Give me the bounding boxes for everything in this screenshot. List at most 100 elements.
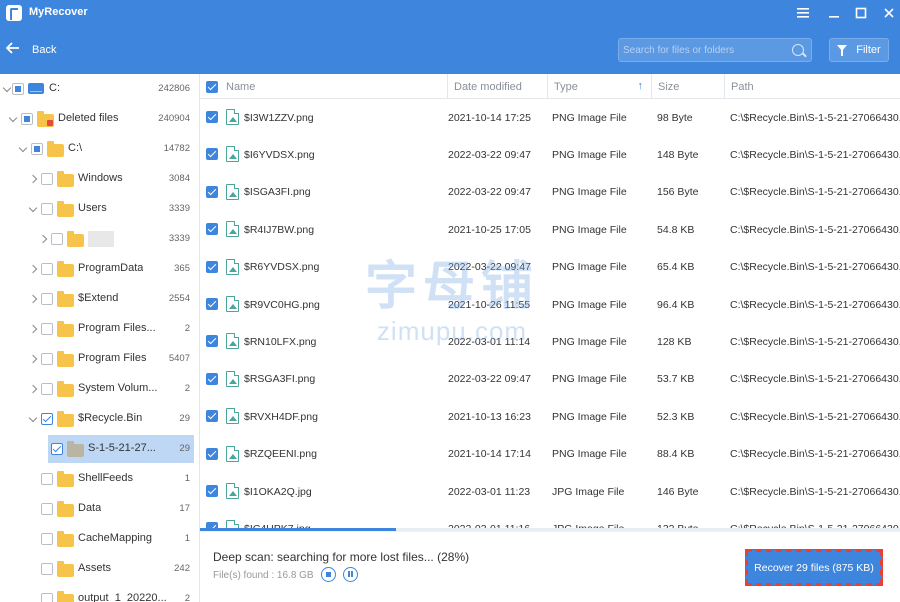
tree-item[interactable]: System Volum... 2 xyxy=(0,374,199,404)
stop-scan-icon[interactable] xyxy=(321,567,336,582)
pause-scan-icon[interactable] xyxy=(343,567,358,582)
tree-item[interactable]: ProgramData 365 xyxy=(0,254,199,284)
row-checkbox[interactable] xyxy=(206,185,218,198)
table-row[interactable]: $R4IJ7BW.png 2021-10-25 17:05 PNG Image Fi… xyxy=(200,211,900,248)
tree-item[interactable]: Assets 242 xyxy=(0,554,199,584)
column-header-name[interactable]: Name xyxy=(200,74,448,99)
tree-item-checkbox[interactable] xyxy=(51,443,63,455)
tree-item-checkbox[interactable] xyxy=(41,563,53,575)
column-header-date[interactable]: Date modified xyxy=(448,74,548,99)
row-checkbox[interactable] xyxy=(206,223,218,236)
tree-item-checkbox[interactable] xyxy=(41,533,53,545)
table-row[interactable]: $R9VC0HG.png 2021-10-26 11:55 PNG Image Fi… xyxy=(200,286,900,323)
row-checkbox[interactable] xyxy=(206,335,218,348)
row-checkbox[interactable] xyxy=(206,298,218,310)
tree-item-checkbox[interactable] xyxy=(41,173,53,185)
row-checkbox[interactable] xyxy=(206,447,218,460)
minimize-icon[interactable] xyxy=(824,4,844,22)
tree-item-checkbox[interactable] xyxy=(41,593,53,602)
column-header-path[interactable]: Path xyxy=(725,74,900,99)
row-checkbox[interactable] xyxy=(206,485,218,497)
close-icon[interactable] xyxy=(879,4,899,22)
row-checkbox[interactable] xyxy=(206,410,218,423)
tree-item[interactable]: $Recycle.Bin 29 xyxy=(0,404,199,434)
chevron-right-icon[interactable] xyxy=(30,385,38,393)
search-input[interactable] xyxy=(623,43,783,58)
search-icon[interactable] xyxy=(792,44,804,56)
file-type-cell: PNG Image File xyxy=(552,335,627,348)
table-row[interactable]: $ISGA3FI.png 2022-03-22 09:47 PNG Image Fi… xyxy=(200,174,900,211)
table-row[interactable]: $RN10LFX.png 2022-03-01 11:14 PNG Image Fi… xyxy=(200,323,900,360)
chevron-right-icon[interactable] xyxy=(30,265,38,273)
tree-item-checkbox[interactable] xyxy=(51,233,63,245)
tree-item-checkbox[interactable] xyxy=(41,383,53,395)
tree-item-label: C:\ xyxy=(68,142,83,154)
tree-item-checkbox[interactable] xyxy=(41,293,53,305)
chevron-down-icon[interactable] xyxy=(10,115,18,123)
tree-item-checkbox[interactable] xyxy=(12,83,24,95)
table-row[interactable]: $IC4UPK7.jpg2022-03-01 11:16JPG Image Fi… xyxy=(200,510,900,528)
file-path-cell: C:\$Recycle.Bin\S-1-5-21-27066430... xyxy=(730,410,900,423)
tree-item[interactable]: output_1_20220... 2 xyxy=(0,584,199,602)
column-header-type[interactable]: Type ↑ xyxy=(548,74,652,99)
file-path-cell: C:\$Recycle.Bin\S-1-5-21-27066430... xyxy=(730,261,900,274)
tree-item-count: 3339 xyxy=(168,233,190,244)
tree-item-checkbox[interactable] xyxy=(41,473,53,485)
row-checkbox[interactable] xyxy=(206,111,218,123)
tree-item[interactable]: $Extend 2554 xyxy=(0,284,199,314)
date-modified-cell: 2022-03-22 09:47 xyxy=(448,261,531,274)
column-header-size[interactable]: Size xyxy=(652,74,725,99)
chevron-right-icon[interactable] xyxy=(30,295,38,303)
tree-item[interactable]: Program Files 5407 xyxy=(0,344,199,374)
tree-item-checkbox[interactable] xyxy=(41,263,53,275)
chevron-right-icon[interactable] xyxy=(30,175,38,183)
table-row[interactable]: $RSGA3FI.png 2022-03-22 09:47 PNG Image Fi… xyxy=(200,361,900,398)
tree-item[interactable]: ShellFeeds 1 xyxy=(0,464,199,494)
table-row[interactable]: $R6YVDSX.png 2022-03-22 09:47 PNG Image Fi… xyxy=(200,249,900,286)
table-row[interactable]: $RVXH4DF.png 2021-10-13 16:23 PNG Image Fi… xyxy=(200,398,900,435)
chevron-right-icon[interactable] xyxy=(40,235,48,243)
tree-item[interactable]: 3339 xyxy=(0,224,199,254)
tree-item[interactable]: Deleted files 240904 xyxy=(0,104,199,134)
folder-icon xyxy=(57,171,74,187)
chevron-down-icon[interactable] xyxy=(30,205,38,213)
tree-item-checkbox[interactable] xyxy=(41,353,53,365)
recover-button[interactable]: Recover 29 files (875 KB) xyxy=(745,549,883,586)
tree-item[interactable]: CacheMapping 1 xyxy=(0,524,199,554)
tree-item[interactable]: Data 17 xyxy=(0,494,199,524)
chevron-right-icon[interactable] xyxy=(30,355,38,363)
tree-item[interactable]: S-1-5-21-27... 29 xyxy=(0,434,199,464)
tree-item[interactable]: Users 3339 xyxy=(0,194,199,224)
tree-item-checkbox[interactable] xyxy=(41,503,53,515)
filter-button[interactable]: Filter xyxy=(829,38,889,62)
table-row[interactable]: $I3W1ZZV.png 2021-10-14 17:25 PNG Image Fi… xyxy=(200,99,900,136)
tree-item-checkbox[interactable] xyxy=(31,143,43,155)
row-checkbox[interactable] xyxy=(206,260,218,273)
maximize-icon[interactable] xyxy=(851,4,871,22)
row-checkbox[interactable] xyxy=(206,372,218,385)
tree-item[interactable]: Windows 3084 xyxy=(0,164,199,194)
tree-item-checkbox[interactable] xyxy=(41,413,53,425)
tree-item-checkbox[interactable] xyxy=(21,113,33,125)
file-type-cell: PNG Image File xyxy=(552,223,627,236)
select-all-checkbox[interactable] xyxy=(206,80,218,93)
chevron-down-icon[interactable] xyxy=(4,85,12,93)
chevron-down-icon[interactable] xyxy=(30,415,38,423)
tree-item[interactable]: Program Files... 2 xyxy=(0,314,199,344)
back-button[interactable]: Back xyxy=(5,41,56,59)
tree-item[interactable]: C: 242806 xyxy=(0,74,199,104)
tree-item-checkbox[interactable] xyxy=(41,203,53,215)
menu-icon[interactable] xyxy=(793,4,813,22)
date-modified-cell: 2021-10-14 17:25 xyxy=(448,111,531,124)
search-box[interactable] xyxy=(618,38,812,62)
date-modified-cell: 2022-03-01 11:14 xyxy=(448,335,531,348)
row-checkbox[interactable] xyxy=(206,148,218,161)
table-row[interactable]: $RZQEENI.png 2021-10-14 17:14 PNG Image Fi… xyxy=(200,436,900,473)
chevron-down-icon[interactable] xyxy=(20,145,28,153)
table-row[interactable]: $I6YVDSX.png 2022-03-22 09:47 PNG Image Fi… xyxy=(200,136,900,173)
tree-item[interactable]: C:\ 14782 xyxy=(0,134,199,164)
file-table: Name Date modified Type ↑ Size Path $I3W… xyxy=(200,74,900,528)
table-row[interactable]: $I1OKA2Q.jpg 2022-03-01 11:23 JPG Image Fi… xyxy=(200,473,900,510)
tree-item-checkbox[interactable] xyxy=(41,323,53,335)
chevron-right-icon[interactable] xyxy=(30,325,38,333)
